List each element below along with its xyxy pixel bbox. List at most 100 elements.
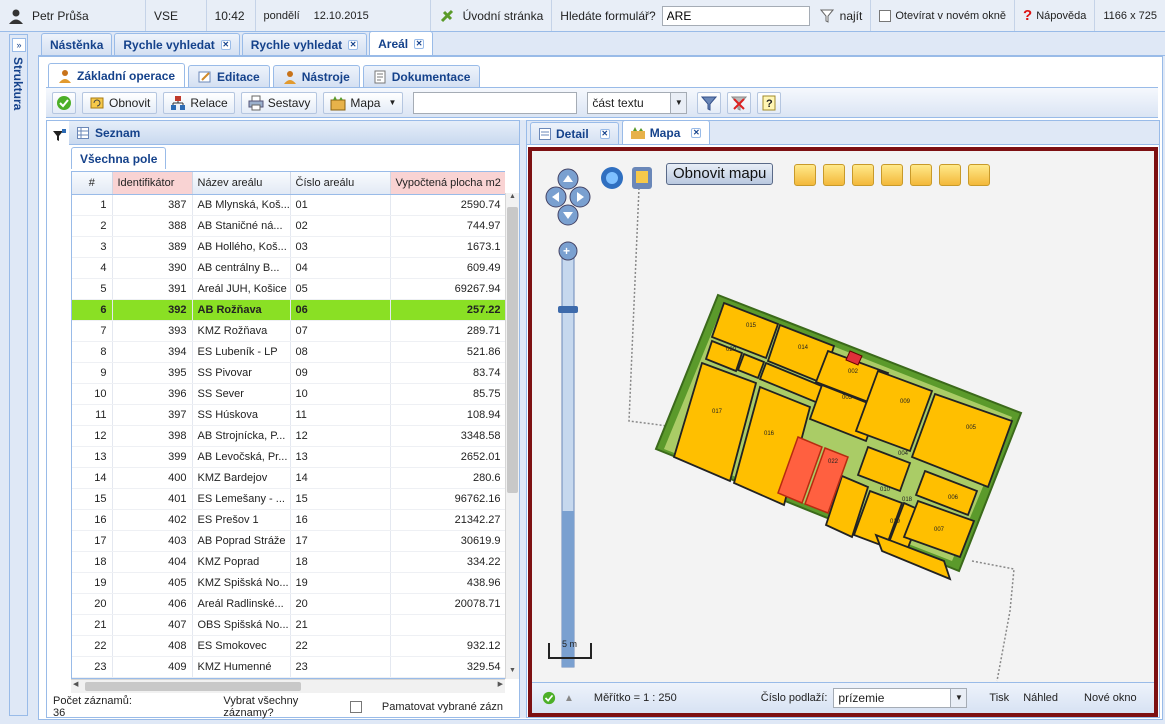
scroll-down-icon[interactable]: ▼: [506, 667, 519, 679]
zoom-box-icon[interactable]: [823, 164, 845, 186]
table-row[interactable]: 19 405 KMZ Spišská No... 19 438.96: [72, 572, 505, 594]
chevron-down-icon[interactable]: ▼: [670, 92, 687, 113]
match-mode-select[interactable]: část textu ▼: [587, 91, 688, 114]
expand-sidebar-button[interactable]: »: [12, 38, 26, 52]
col-header-index[interactable]: #: [72, 172, 113, 195]
table-row[interactable]: 10 396 SS Sever 10 85.75: [72, 383, 505, 405]
new-window-button[interactable]: Nové okno: [1084, 692, 1137, 704]
select-all-checkbox[interactable]: [350, 701, 362, 713]
table-row[interactable]: 1 387 AB Mlynská, Koš... 01 2590.74: [72, 194, 505, 216]
close-icon[interactable]: ✕: [414, 38, 425, 49]
help-label[interactable]: Nápověda: [1036, 10, 1086, 22]
table-row[interactable]: 12 398 AB Strojnícka, P... 12 3348.58: [72, 425, 505, 447]
relations-button[interactable]: Relace: [163, 91, 235, 114]
export-icon[interactable]: [939, 164, 961, 186]
tab-map[interactable]: Mapa ✕: [621, 120, 711, 144]
help-query-button[interactable]: ?: [757, 91, 782, 114]
table-row[interactable]: 17 403 AB Poprad Stráže 17 30619.9: [72, 530, 505, 552]
reports-button[interactable]: Sestavy: [240, 91, 318, 114]
tab-documentation[interactable]: Dokumentace: [362, 65, 481, 87]
refresh-map-button[interactable]: Obnovit mapu: [666, 163, 774, 185]
measure-icon[interactable]: [910, 164, 932, 186]
close-icon[interactable]: ✕: [348, 39, 359, 50]
tab-all-fields[interactable]: Všechna pole: [71, 147, 167, 169]
table-row[interactable]: 23 409 KMZ Humenné 23 329.54: [72, 656, 505, 678]
scroll-left-icon[interactable]: ◀: [73, 680, 78, 688]
confirm-button[interactable]: [52, 91, 76, 114]
find-button[interactable]: najít: [840, 9, 863, 23]
col-header-area[interactable]: Vypočtená plocha m2: [390, 172, 505, 195]
cell-number: 10: [290, 383, 391, 405]
table-row[interactable]: 20 406 Areál Radlinské... 20 20078.71: [72, 593, 505, 615]
new-window-checkbox[interactable]: [879, 9, 892, 22]
refresh-button[interactable]: Obnovit: [82, 91, 158, 114]
zoom-slider[interactable]: +: [558, 241, 578, 668]
scroll-thumb[interactable]: [85, 682, 301, 691]
table-row[interactable]: 18 404 KMZ Poprad 18 334.22: [72, 551, 505, 573]
list-search-input[interactable]: [413, 91, 578, 114]
map-tool-icons[interactable]: [601, 167, 652, 189]
table-row[interactable]: 21 407 OBS Spišská No... 21: [72, 614, 505, 636]
tab-detail[interactable]: Detail ✕: [530, 122, 619, 144]
clear-filter-button[interactable]: [727, 91, 752, 114]
tab-areal[interactable]: Areál ✕: [369, 31, 434, 55]
close-icon[interactable]: ✕: [220, 39, 231, 50]
filter-pin-icon[interactable]: [52, 129, 66, 143]
print-button[interactable]: Tisk: [989, 692, 1009, 704]
filter-icon[interactable]: [819, 9, 834, 23]
table-row[interactable]: 9 395 SS Pivovar 09 83.74: [72, 362, 505, 384]
close-icon[interactable]: ✕: [599, 128, 610, 139]
map-menu-button[interactable]: Mapa ▼: [323, 91, 404, 114]
scroll-up-icon[interactable]: ▲: [506, 193, 519, 205]
pan-control[interactable]: [545, 168, 591, 226]
tab-nastenka[interactable]: Nástěnka: [41, 33, 113, 55]
col-header-name[interactable]: Název areálu: [192, 172, 291, 195]
pan-hand-icon[interactable]: [794, 164, 816, 186]
table-row[interactable]: 16 402 ES Prešov 1 16 21342.27: [72, 509, 505, 531]
structure-sidebar[interactable]: » Struktura: [9, 34, 28, 716]
col-header-number[interactable]: Číslo areálu: [290, 172, 391, 195]
tab-quick-search-1[interactable]: Rychle vyhledat ✕: [114, 33, 240, 55]
tab-edit[interactable]: Editace: [188, 65, 270, 87]
horizontal-scrollbar[interactable]: ◀ ▶: [71, 679, 505, 693]
close-icon[interactable]: ✕: [691, 127, 702, 138]
cell-area: 438.96: [390, 572, 505, 594]
target-icon[interactable]: [881, 164, 903, 186]
table-row[interactable]: 2 388 AB Staničné ná... 02 744.97: [72, 215, 505, 237]
table-row[interactable]: 11 397 SS Húskova 11 108.94: [72, 404, 505, 426]
scroll-thumb[interactable]: [507, 207, 518, 493]
floor-select[interactable]: prízemie ▼: [833, 688, 968, 708]
room-label: 015: [746, 323, 757, 329]
scroll-right-icon[interactable]: ▶: [498, 680, 503, 688]
home-link[interactable]: Úvodní stránka: [431, 0, 553, 31]
cell-name: SS Pivovar: [192, 362, 291, 384]
table-row[interactable]: 14 400 KMZ Bardejov 14 280.6: [72, 467, 505, 489]
home-link-label[interactable]: Úvodní stránka: [463, 9, 544, 23]
tab-tools[interactable]: Nástroje: [272, 65, 360, 87]
col-header-id[interactable]: Identifikátor: [112, 172, 193, 195]
form-search-input[interactable]: [661, 5, 810, 26]
zoom-in-icon[interactable]: [968, 164, 990, 186]
table-row[interactable]: 22 408 ES Smokovec 22 932.12: [72, 635, 505, 657]
table-row[interactable]: 15 401 ES Lemešany - ... 15 96762.16: [72, 488, 505, 510]
filter-button[interactable]: [697, 91, 722, 114]
table-row[interactable]: 3 389 AB Hollého, Koš... 03 1673.1: [72, 236, 505, 258]
check-icon[interactable]: [542, 691, 556, 705]
vertical-scrollbar[interactable]: ▲ ▼: [505, 193, 519, 679]
table-row[interactable]: 8 394 ES Lubeník - LP 08 521.86: [72, 341, 505, 363]
map-canvas[interactable]: 015 014 020 002 003 009 005 017 016 022 …: [532, 151, 1154, 682]
table-row[interactable]: 6 392 AB Rožňava 06 257.22: [72, 299, 505, 321]
new-window-option[interactable]: Otevírat v novém okně: [870, 0, 1016, 31]
help-link[interactable]: ? Nápověda: [1015, 0, 1096, 31]
table-row[interactable]: 13 399 AB Levočská, Pr... 13 2652.01: [72, 446, 505, 468]
map-view[interactable]: 015 014 020 002 003 009 005 017 016 022 …: [528, 147, 1158, 717]
collapse-icon[interactable]: ▲: [564, 693, 574, 704]
table-row[interactable]: 5 391 Areál JUH, Košice 05 69267.94: [72, 278, 505, 300]
table-row[interactable]: 7 393 KMZ Rožňava 07 289.71: [72, 320, 505, 342]
tab-basic-operations[interactable]: Základní operace: [48, 63, 186, 87]
tab-quick-search-2[interactable]: Rychle vyhledat ✕: [241, 33, 368, 55]
chevron-down-icon[interactable]: ▼: [950, 689, 967, 707]
info-icon[interactable]: [852, 164, 874, 186]
preview-button[interactable]: Náhled: [1023, 692, 1058, 704]
table-row[interactable]: 4 390 AB centrálny B... 04 609.49: [72, 257, 505, 279]
